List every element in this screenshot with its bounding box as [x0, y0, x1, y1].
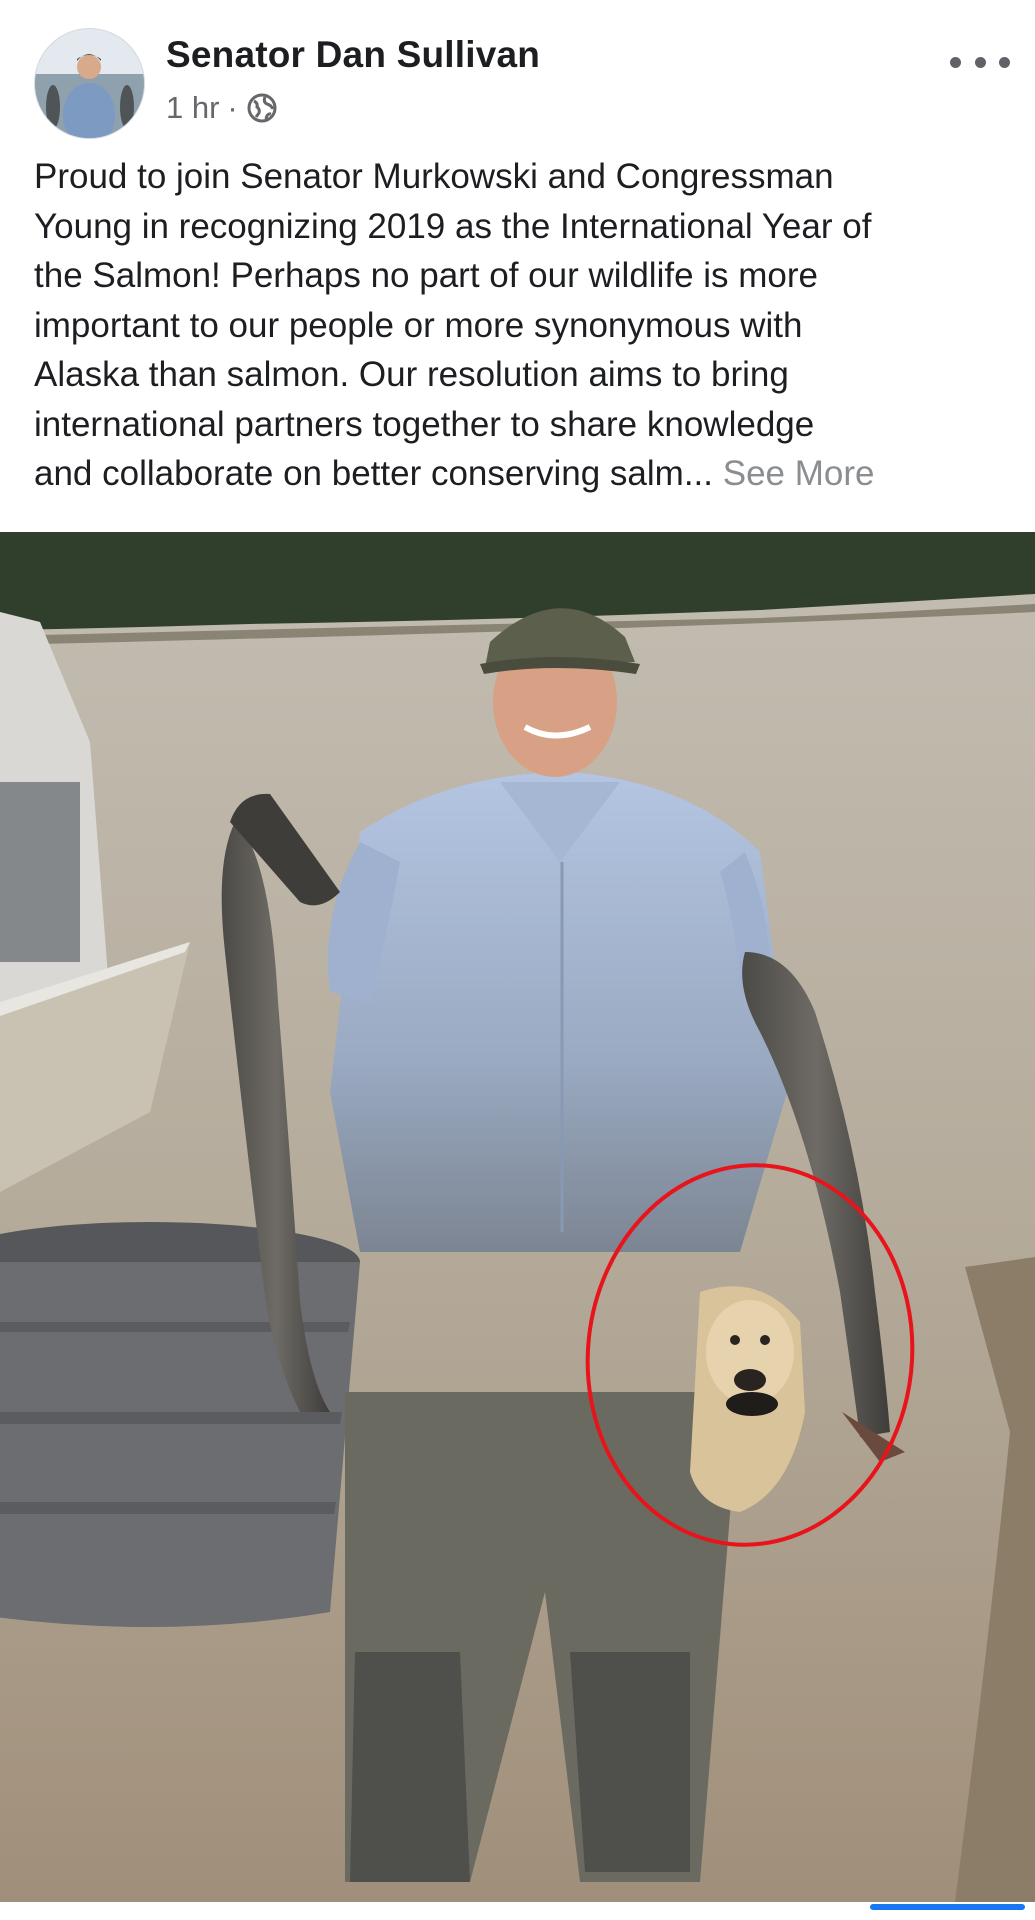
scroll-indicator	[870, 1904, 1025, 1910]
post-text: Proud to join Senator Murkowski and Cong…	[34, 152, 1009, 499]
post-text-line: Proud to join Senator Murkowski and Cong…	[34, 157, 834, 196]
post-text-line: important to our people or more synonymo…	[34, 305, 803, 345]
avatar-image	[35, 29, 144, 138]
post-text-line: and collaborate on better conserving sal…	[34, 454, 723, 493]
water-tub	[0, 1222, 360, 1627]
more-horizontal-icon[interactable]	[950, 44, 1010, 80]
post-text-line: the Salmon! Perhaps no part of our wildl…	[34, 256, 818, 295]
avatar[interactable]	[34, 28, 145, 139]
post-text-line: international partners together to share…	[34, 404, 815, 444]
man-shirt	[330, 772, 790, 1252]
more-dot	[950, 56, 961, 68]
post-text-last-line: and collaborate on better conserving sal…	[34, 449, 1009, 499]
more-dot	[999, 56, 1010, 68]
photo-scene	[0, 532, 1035, 1902]
post-timestamp[interactable]: 1 hr	[166, 90, 219, 126]
post-photo[interactable]	[0, 532, 1035, 1902]
more-dot	[974, 56, 986, 68]
see-more-link[interactable]: See More	[723, 454, 875, 493]
post-text-line: Young in recognizing 2019 as the Interna…	[34, 206, 872, 246]
post-header: Senator Dan Sullivan 1 hr ·	[0, 0, 1035, 140]
post-text-line: Alaska than salmon. Our resolution aims …	[34, 355, 789, 394]
author-name[interactable]: Senator Dan Sullivan	[166, 34, 540, 76]
meta-separator: ·	[227, 90, 238, 125]
post-meta: 1 hr ·	[166, 88, 278, 128]
globe-icon[interactable]	[246, 92, 278, 124]
